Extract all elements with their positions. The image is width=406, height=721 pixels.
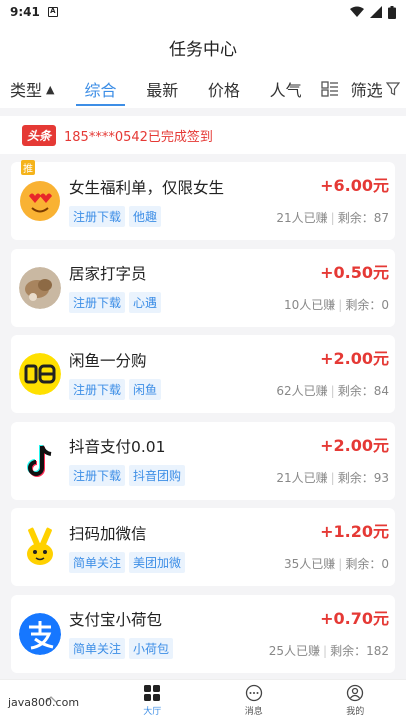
- douyin-logo-icon: [19, 440, 61, 482]
- tab-price[interactable]: 价格: [193, 70, 255, 108]
- face-hearts-icon: [19, 180, 61, 222]
- watermark: java800.com: [8, 696, 80, 709]
- remain-prefix: 剩余：: [337, 211, 374, 225]
- headline-ticker: 头条 185****0542已完成签到: [0, 116, 406, 154]
- type-filter-label: 类型: [10, 81, 43, 100]
- meituan-mascot-icon: [19, 526, 61, 568]
- earned-suffix: 人已赚: [299, 557, 336, 571]
- tab-mine-label: 我的: [346, 707, 365, 717]
- remain-prefix: 剩余：: [337, 384, 374, 398]
- filter-bar: 类型 ▲ 综合 最新 价格 人气 筛选: [0, 70, 406, 108]
- tab-label: 综合: [84, 81, 117, 100]
- tab-label: 价格: [207, 81, 240, 100]
- remain-count: 87: [373, 211, 389, 225]
- task-tag: 简单关注: [69, 551, 126, 573]
- task-stats: 10人已赚 | 剩余：0: [284, 297, 389, 312]
- list-layout-icon: [321, 81, 339, 97]
- task-price: +6.00元: [320, 176, 389, 195]
- task-stats: 35人已赚 | 剩余：0: [284, 557, 389, 571]
- task-price: +2.00元: [320, 349, 389, 368]
- layout-toggle-button[interactable]: [316, 70, 344, 108]
- tab-label: 最新: [146, 81, 179, 100]
- earned-suffix: 人已赚: [284, 643, 321, 658]
- task-tag: 他趣: [129, 205, 162, 227]
- status-time: 9:41: [10, 5, 40, 19]
- earned-suffix: 人已赚: [299, 297, 336, 312]
- task-tag: 注册下载: [69, 465, 126, 486]
- task-tag: 美团加微: [129, 551, 186, 573]
- task-price: +1.20元: [320, 522, 389, 541]
- wifi-icon: [350, 6, 364, 17]
- battery-icon: [388, 5, 396, 19]
- task-card[interactable]: 支付宝小荷包 简单关注 小荷包 +0.70元 25人已赚 | 剩余：182: [11, 594, 395, 673]
- xianyu-logo-icon: [19, 353, 61, 395]
- remain-count: 0: [381, 557, 389, 571]
- remain-prefix: 剩余：: [337, 470, 374, 485]
- earned-count: 25: [268, 643, 285, 658]
- alipay-logo-icon: [19, 612, 61, 655]
- earned-suffix: 人已赚: [291, 384, 328, 398]
- remain-count: 93: [373, 470, 389, 485]
- remain-count: 182: [366, 643, 389, 658]
- remain-prefix: 剩余：: [330, 643, 367, 658]
- task-stats: 21人已赚 | 剩余：87: [276, 211, 389, 225]
- tab-messages[interactable]: 消息: [203, 680, 305, 721]
- task-card[interactable]: 居家打字员 注册下载 心遇 +0.50元 10人已赚 | 剩余：0: [11, 248, 395, 327]
- remain-prefix: 剩余：: [345, 297, 382, 312]
- type-filter[interactable]: 类型 ▲: [10, 70, 70, 108]
- notification-icon: A: [47, 7, 58, 17]
- remain-count: 84: [373, 384, 389, 398]
- grid-icon: [144, 685, 161, 701]
- earned-count: 10: [284, 297, 300, 312]
- headline-text: 185****0542已完成签到: [64, 129, 213, 145]
- task-tag: 简单关注: [69, 638, 126, 659]
- task-tag: 小荷包: [129, 638, 174, 659]
- earned-count: 35: [284, 557, 300, 571]
- task-price: +0.70元: [320, 608, 389, 628]
- status-bar: 9:41 A: [0, 0, 406, 24]
- task-tag: 注册下载: [69, 205, 126, 227]
- user-icon: [347, 684, 364, 702]
- task-tag: 抖音团购: [129, 465, 186, 486]
- task-card[interactable]: 扫码加微信 简单关注 美团加微 +1.20元 35人已赚 | 剩余：0: [11, 508, 395, 586]
- task-price: +2.00元: [320, 435, 389, 455]
- tab-label: 人气: [269, 81, 302, 100]
- tab-hall-label: 大厅: [143, 707, 162, 717]
- tab-mine[interactable]: 我的: [305, 680, 406, 721]
- earned-count: 62: [276, 384, 292, 398]
- task-card[interactable]: 推 女生福利单，仅限女生 注册下载 他趣 +6.00元 21人已赚 | 剩余：87: [11, 160, 395, 240]
- task-stats: 21人已赚 | 剩余：93: [276, 470, 389, 485]
- headline-tag: 头条: [22, 124, 57, 146]
- funnel-icon: [385, 82, 400, 96]
- task-tag: 心遇: [129, 292, 162, 313]
- page-title: 任务中心: [0, 24, 406, 70]
- tab-latest[interactable]: 最新: [131, 70, 193, 108]
- tab-popularity[interactable]: 人气: [255, 70, 317, 108]
- task-stats: 25人已赚 | 剩余：182: [268, 643, 389, 658]
- remain-count: 0: [381, 297, 389, 312]
- task-stats: 62人已赚 | 剩余：84: [276, 384, 389, 398]
- hot-badge: 推: [21, 160, 35, 175]
- task-list: 推 女生福利单，仅限女生 注册下载 他趣 +6.00元 21人已赚 | 剩余：87 …: [0, 154, 406, 673]
- tab-hall[interactable]: 大厅: [102, 680, 204, 721]
- earned-count: 21: [276, 211, 292, 225]
- cat-photo-icon: [19, 266, 61, 309]
- signal-icon: [370, 6, 382, 18]
- tab-comprehensive[interactable]: 综合: [70, 70, 132, 108]
- task-card[interactable]: 抖音支付0.01 注册下载 抖音团购 +2.00元 21人已赚 | 剩余：93: [11, 421, 395, 500]
- screen-filter-button[interactable]: 筛选: [344, 70, 406, 108]
- message-icon: [245, 684, 262, 702]
- task-tag: 注册下载: [69, 378, 126, 400]
- tab-messages-label: 消息: [244, 707, 263, 717]
- earned-count: 21: [276, 470, 292, 485]
- screen-filter-label: 筛选: [350, 81, 383, 100]
- triangle-up-icon: ▲: [46, 82, 55, 96]
- earned-suffix: 人已赚: [291, 211, 328, 225]
- task-tag: 注册下载: [69, 292, 126, 313]
- task-card[interactable]: 闲鱼一分购 注册下载 闲鱼 +2.00元 62人已赚 | 剩余：84: [11, 335, 395, 413]
- task-price: +0.50元: [320, 262, 389, 282]
- earned-suffix: 人已赚: [291, 470, 328, 485]
- remain-prefix: 剩余：: [345, 557, 382, 571]
- task-tag: 闲鱼: [129, 378, 162, 400]
